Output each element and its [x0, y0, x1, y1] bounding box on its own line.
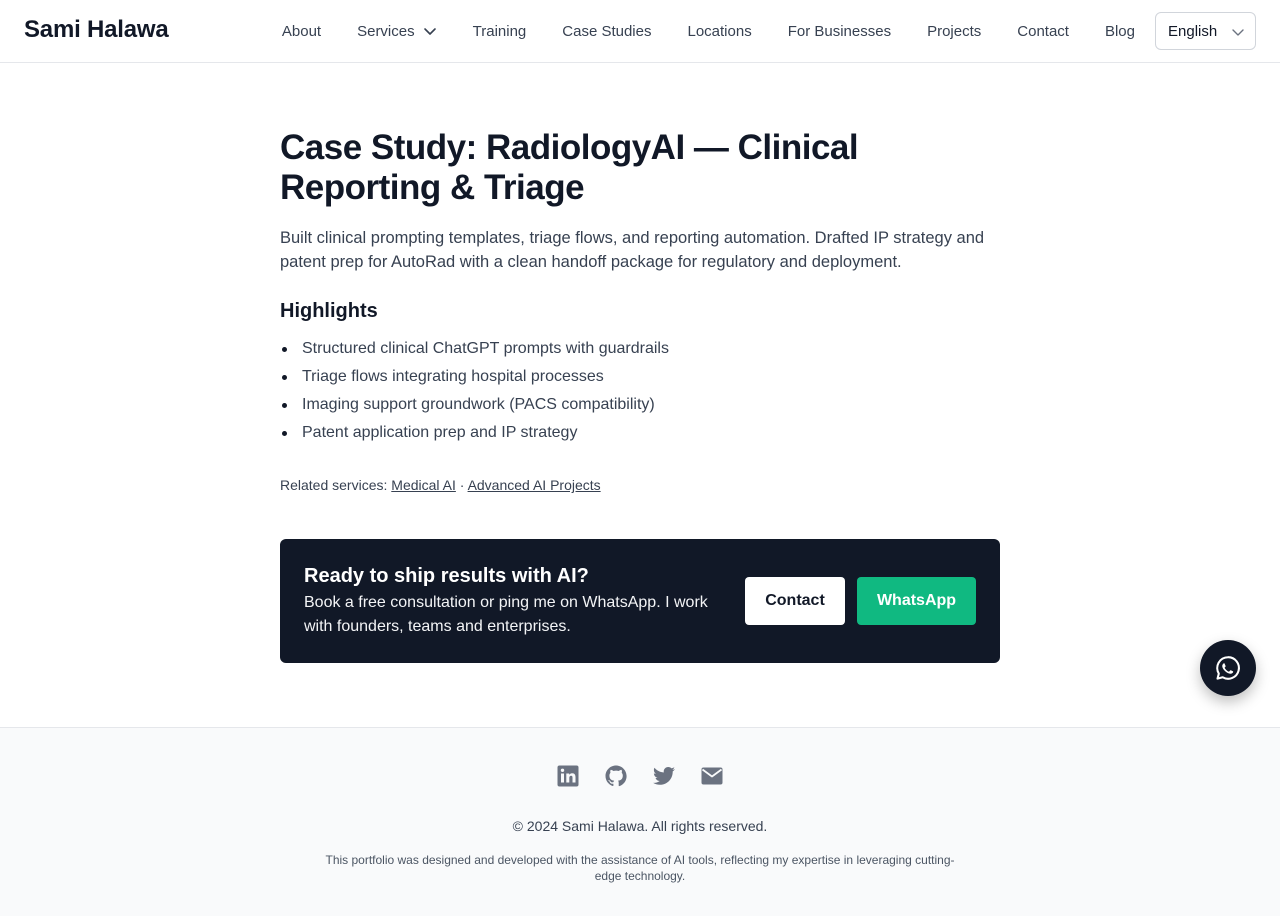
nav-for-businesses-label: For Businesses: [787, 22, 892, 40]
nav-projects[interactable]: Projects: [927, 23, 981, 40]
nav-services-label: Services: [357, 22, 415, 40]
site-header: Sami Halawa About Services Training Case…: [0, 0, 1280, 63]
main-content: Case Study: RadiologyAI — Clinical Repor…: [280, 128, 1000, 493]
related-separator: ·: [459, 477, 465, 493]
nav-case-studies[interactable]: Case Studies: [562, 23, 651, 40]
link-medical-ai[interactable]: Medical AI: [391, 477, 456, 493]
disclaimer-text: This portfolio was designed and develope…: [325, 853, 955, 883]
nav-services[interactable]: Services: [357, 23, 437, 40]
linkedin-icon: [557, 765, 579, 787]
nav-blog-label: Blog: [1104, 22, 1135, 40]
contact-button[interactable]: Contact: [745, 577, 845, 625]
nav-about-label: About: [281, 22, 322, 40]
github-link[interactable]: [604, 764, 628, 788]
linkedin-link[interactable]: [556, 764, 580, 788]
cta-banner: Ready to ship results with AI? Book a fr…: [280, 539, 1000, 663]
nav-for-businesses[interactable]: For Businesses: [788, 23, 891, 40]
email-link[interactable]: [700, 764, 724, 788]
cta-title: Ready to ship results with AI?: [304, 565, 589, 587]
social-links: [0, 764, 1280, 788]
language-select-value: English: [1168, 22, 1218, 40]
whatsapp-icon: [1216, 656, 1240, 680]
nav-contact-label: Contact: [1017, 22, 1069, 40]
list-item: Structured clinical ChatGPT prompts with…: [280, 335, 1000, 363]
list-item: Imaging support groundwork (PACS compati…: [280, 391, 1000, 419]
list-item: Patent application prep and IP strategy: [280, 419, 1000, 447]
nav-training-label: Training: [472, 22, 527, 40]
nav-training[interactable]: Training: [473, 23, 527, 40]
main-nav: About Services Training Case Studies Loc…: [282, 0, 1135, 62]
link-advanced-ai-projects[interactable]: Advanced AI Projects: [468, 477, 601, 493]
nav-locations-label: Locations: [687, 22, 752, 40]
nav-case-studies-label: Case Studies: [562, 22, 652, 40]
github-icon: [605, 765, 627, 787]
nav-contact[interactable]: Contact: [1017, 23, 1069, 40]
related-services: Related services: Medical AI · Advanced …: [280, 477, 1000, 493]
copyright-text: © 2024 Sami Halawa. All rights reserved.: [512, 818, 768, 834]
nav-locations[interactable]: Locations: [687, 23, 751, 40]
page-title: Case Study: RadiologyAI — Clinical Repor…: [280, 128, 859, 207]
nav-about[interactable]: About: [282, 23, 321, 40]
chevron-down-icon: [1232, 29, 1244, 36]
whatsapp-button[interactable]: WhatsApp: [857, 577, 976, 625]
highlights-heading: Highlights: [280, 300, 378, 322]
mail-icon: [701, 767, 723, 785]
cta-text: Book a free consultation or ping me on W…: [304, 594, 708, 635]
nav-blog[interactable]: Blog: [1105, 23, 1135, 40]
twitter-link[interactable]: [652, 764, 676, 788]
brand-logo[interactable]: Sami Halawa: [24, 16, 169, 44]
site-footer: © 2024 Sami Halawa. All rights reserved.…: [0, 727, 1280, 916]
language-select[interactable]: English: [1155, 12, 1256, 50]
twitter-icon: [653, 767, 675, 785]
whatsapp-floating-button[interactable]: [1200, 640, 1256, 696]
highlights-list: Structured clinical ChatGPT prompts with…: [280, 335, 1000, 447]
list-item: Triage flows integrating hospital proces…: [280, 363, 1000, 391]
intro-paragraph: Built clinical prompting templates, tria…: [280, 229, 985, 271]
related-services-label: Related services:: [280, 477, 388, 493]
chevron-down-icon: [423, 28, 436, 35]
nav-projects-label: Projects: [927, 22, 982, 40]
